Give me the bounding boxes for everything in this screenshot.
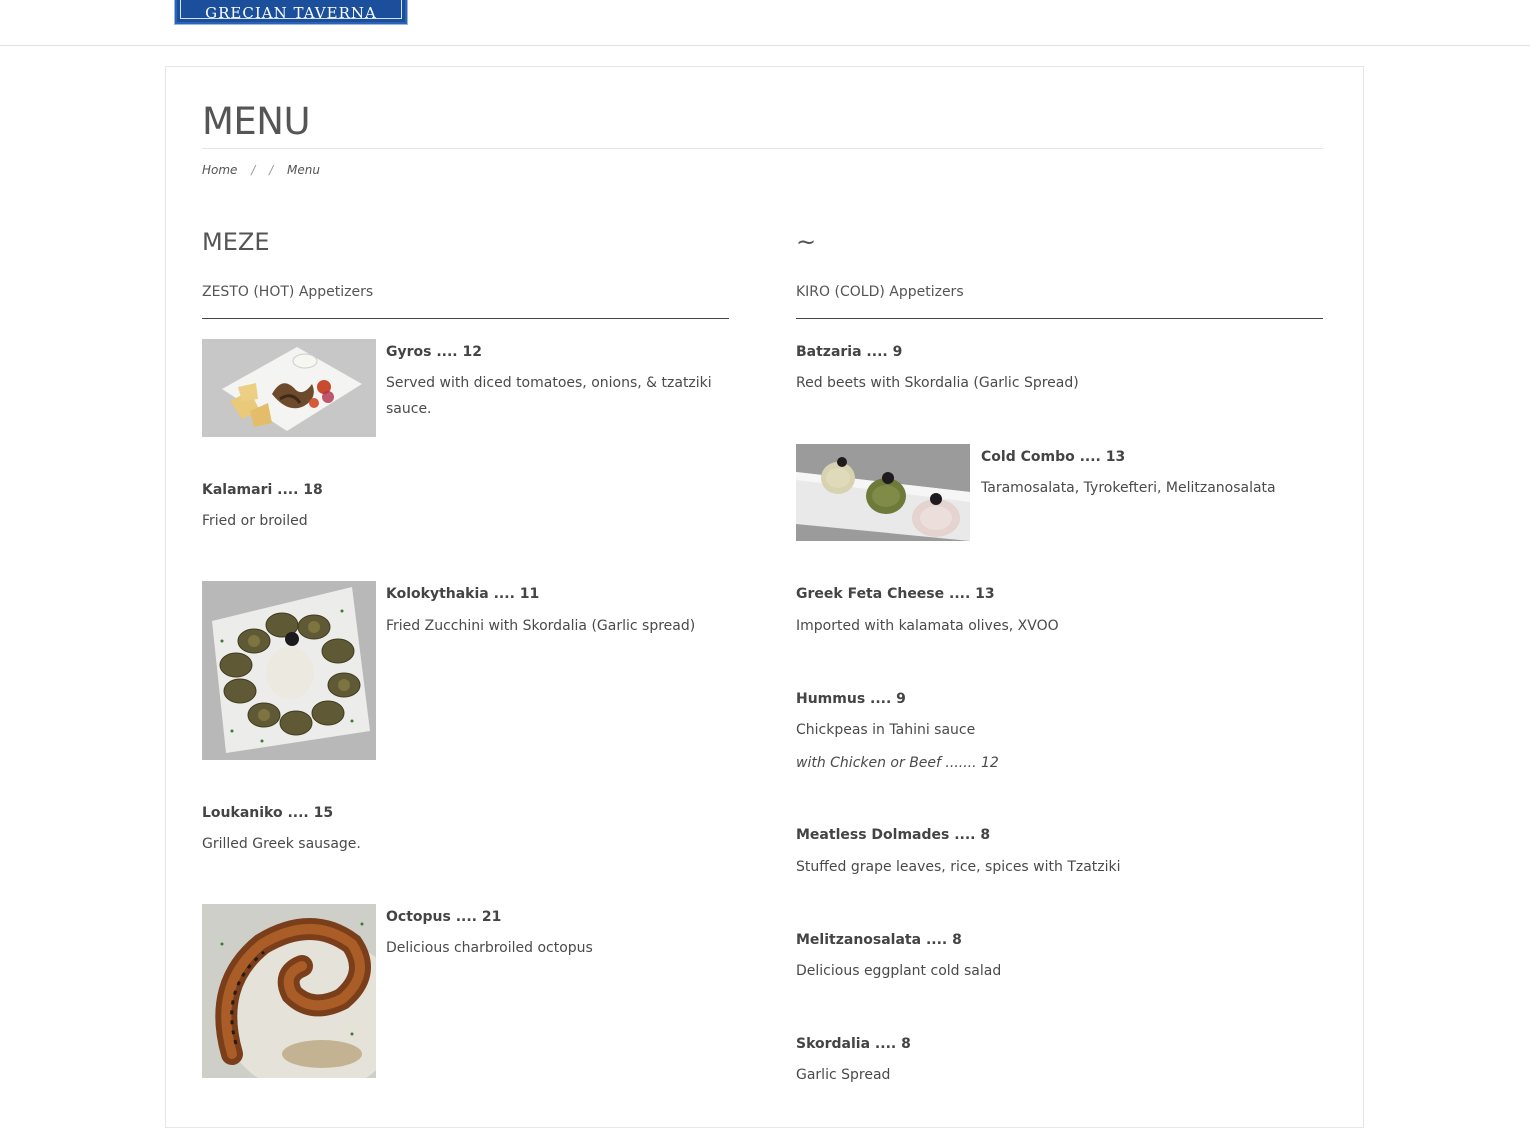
tilde-heading: ~ <box>796 228 817 256</box>
left-column-divider <box>202 318 729 319</box>
meze-heading: MEZE <box>202 228 270 256</box>
right-column-divider <box>796 318 1323 319</box>
page-title: MENU <box>202 100 311 143</box>
menu-item-description: Fried or broiled <box>202 513 308 529</box>
menu-item-name: Melitzanosalata .... 8 <box>796 932 962 948</box>
menu-item-name: Batzaria .... 9 <box>796 344 903 360</box>
hot-appetizers-subheading: ZESTO (HOT) Appetizers <box>202 284 374 300</box>
grecian-taverna-logo[interactable]: GRECIAN TAVERNA <box>174 0 408 25</box>
menu-item-name: Gyros .... 12 <box>386 344 482 360</box>
menu-item-description: Stuffed grape leaves, rice, spices with … <box>796 859 1121 875</box>
title-divider <box>202 148 1323 149</box>
menu-item-name: Kalamari .... 18 <box>202 482 323 498</box>
logo-text: GRECIAN TAVERNA <box>205 4 377 22</box>
menu-item-name: Meatless Dolmades .... 8 <box>796 827 991 843</box>
menu-item-description: Red beets with Skordalia (Garlic Spread) <box>796 375 1079 391</box>
menu-item-name: Kolokythakia .... 11 <box>386 586 540 602</box>
menu-item-description: Chickpeas in Tahini sauce <box>796 722 976 738</box>
breadcrumb-current: Menu <box>287 163 320 177</box>
gyros-plate-photo <box>202 339 376 437</box>
menu-item-description: Imported with kalamata olives, XVOO <box>796 618 1059 634</box>
menu-item-description: Taramosalata, Tyrokefteri, Melitzanosala… <box>981 480 1276 496</box>
menu-item-name: Loukaniko .... 15 <box>202 805 334 821</box>
menu-item-name: Greek Feta Cheese .... 13 <box>796 586 995 602</box>
breadcrumb-separator: / <box>251 163 256 177</box>
menu-item-description: Delicious eggplant cold salad <box>796 963 1002 979</box>
menu-item-name: Cold Combo .... 13 <box>981 449 1126 465</box>
zucchini-plate-photo <box>202 581 376 760</box>
menu-item-name: Hummus .... 9 <box>796 691 906 707</box>
menu-item-description: Grilled Greek sausage. <box>202 836 361 852</box>
menu-item-name: Octopus .... 21 <box>386 909 502 925</box>
breadcrumb: Home / / Menu <box>202 162 320 178</box>
menu-item-description: Served with diced tomatoes, onions, & tz… <box>386 375 712 417</box>
breadcrumb-separator: / <box>269 163 274 177</box>
menu-item-description: Fried Zucchini with Skordalia (Garlic sp… <box>386 618 696 634</box>
octopus-photo <box>202 904 376 1078</box>
cold-combo-photo <box>796 444 970 541</box>
menu-item-description: Garlic Spread <box>796 1067 891 1083</box>
menu-item-name: Skordalia .... 8 <box>796 1036 911 1052</box>
menu-item-option: with Chicken or Beef ....... 12 <box>796 755 999 771</box>
menu-item-description: Delicious charbroiled octopus <box>386 940 593 956</box>
site-header: GRECIAN TAVERNA <box>0 0 1530 46</box>
breadcrumb-home-link[interactable]: Home <box>202 162 237 178</box>
cold-appetizers-subheading: KIRO (COLD) Appetizers <box>796 284 964 300</box>
